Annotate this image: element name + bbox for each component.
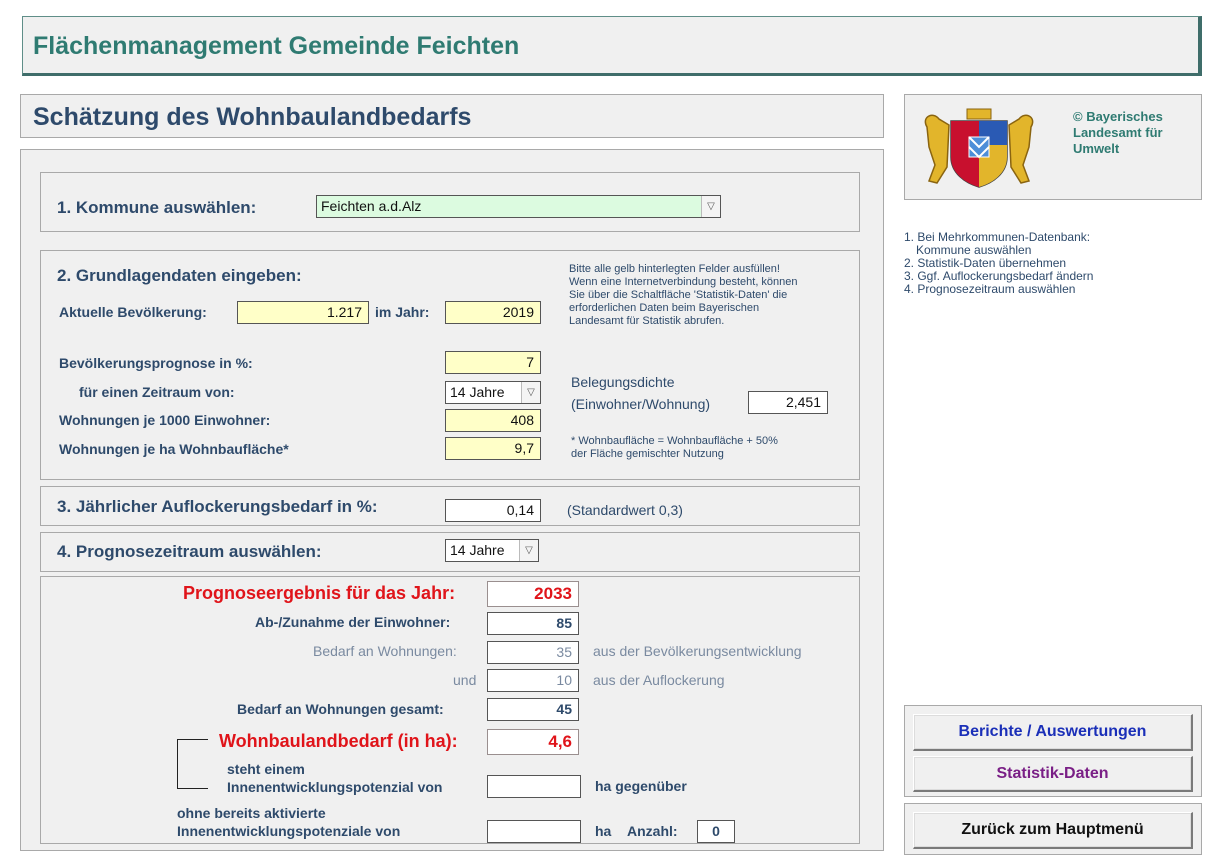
total-demand-field: 45	[487, 698, 579, 721]
app-title: Flächenmanagement Gemeinde Feichten	[33, 32, 520, 60]
back-to-main-menu-button[interactable]: Zurück zum Hauptmenü	[913, 812, 1193, 849]
population-label: Aktuelle Bevölkerung:	[59, 304, 207, 320]
loosening-field[interactable]: 0,14	[445, 499, 541, 522]
logo-caption: © Bayerisches Landesamt für Umwelt	[1073, 109, 1163, 156]
forecast-field[interactable]: 7	[445, 351, 541, 374]
population-change-label: Ab-/Zunahme der Einwohner:	[255, 614, 451, 630]
results-panel: Prognoseergebnis für das Jahr: 2033 Ab-/…	[40, 576, 860, 844]
chevron-down-icon[interactable]: ▽	[519, 540, 538, 561]
total-demand-label: Bedarf an Wohnungen gesamt:	[237, 701, 444, 717]
section-loosening: 3. Jährlicher Auflockerungsbedarf in %: …	[40, 486, 860, 526]
dwellings-per-1000-label: Wohnungen je 1000 Einwohner:	[59, 412, 271, 428]
dwelling-demand-label: Bedarf an Wohnungen:	[313, 643, 457, 659]
section2-hint: Bitte alle gelb hinterlegten Felder ausf…	[569, 263, 798, 327]
section3-label: 3. Jährlicher Auflockerungsbedarf in %:	[57, 497, 378, 516]
potential-field	[487, 775, 581, 798]
population-field[interactable]: 1.217	[237, 301, 369, 324]
dwelling-demand-suffix: aus der Bevölkerungsentwicklung	[593, 643, 802, 659]
section-base-data: 2. Grundlagendaten eingeben: Bitte alle …	[40, 250, 860, 480]
dwelling-demand-field: 35	[487, 641, 579, 664]
action-button-group: Berichte / Auswertungen Statistik-Daten	[904, 705, 1202, 797]
result-year-field: 2033	[487, 581, 579, 607]
potential-label-2: Innenentwicklungspotenzial von	[227, 779, 443, 795]
population-change-field: 85	[487, 612, 579, 635]
inactive-unit: ha	[595, 823, 612, 839]
page-title: Schätzung des Wohnbaulandbedarfs	[33, 103, 472, 131]
density-label-1: Belegungsdichte	[571, 374, 675, 390]
statistics-data-button[interactable]: Statistik-Daten	[913, 756, 1193, 792]
period-select[interactable]: 14 Jahre ▽	[445, 381, 541, 404]
period-selected: 14 Jahre	[450, 384, 505, 400]
forecast-period-select[interactable]: 14 Jahre ▽	[445, 539, 539, 562]
land-demand-label: Wohnbaulandbedarf (in ha):	[219, 731, 458, 751]
forecast-period-selected: 14 Jahre	[450, 542, 505, 558]
loosening-demand-field: 10	[487, 669, 579, 692]
chevron-down-icon[interactable]: ▽	[701, 196, 720, 217]
density-label-2: (Einwohner/Wohnung)	[571, 396, 711, 412]
section-select-municipality: 1. Kommune auswählen: Feichten a.d.Alz ▽	[40, 172, 860, 232]
year-label: im Jahr:	[375, 304, 430, 320]
potential-suffix: ha gegenüber	[595, 778, 687, 794]
dwellings-per-1000-field[interactable]: 408	[445, 409, 541, 432]
period-label: für einen Zeitraum von:	[79, 384, 235, 400]
section-forecast-period: 4. Prognosezeitraum auswählen: 14 Jahre …	[40, 532, 860, 572]
logo-panel: © Bayerisches Landesamt für Umwelt	[904, 94, 1202, 200]
footnote: * Wohnbaufläche = Wohnbaufläche + 50% de…	[571, 435, 778, 460]
section1-label: 1. Kommune auswählen:	[57, 198, 257, 217]
dwellings-per-ha-label: Wohnungen je ha Wohnbaufläche*	[59, 441, 289, 457]
result-year-label: Prognoseergebnis für das Jahr:	[183, 583, 456, 603]
reports-button[interactable]: Berichte / Auswertungen	[913, 714, 1193, 751]
inactive-label-2: Innenentwicklungspotenziale von	[177, 823, 401, 839]
back-button-group: Zurück zum Hauptmenü	[904, 803, 1202, 855]
loosening-demand-suffix: aus der Auflockerung	[593, 672, 725, 688]
land-demand-field: 4,6	[487, 729, 579, 755]
section4-label: 4. Prognosezeitraum auswählen:	[57, 542, 322, 561]
chevron-down-icon[interactable]: ▽	[521, 382, 540, 403]
page-title-panel: Schätzung des Wohnbaulandbedarfs	[20, 94, 884, 138]
municipality-select[interactable]: Feichten a.d.Alz ▽	[316, 195, 721, 218]
app-title-bar: Flächenmanagement Gemeinde Feichten	[22, 16, 1202, 76]
inactive-field	[487, 820, 581, 843]
standard-value-label: (Standardwert 0,3)	[567, 502, 683, 518]
count-label: Anzahl:	[627, 823, 678, 839]
bavarian-coat-of-arms-icon	[924, 108, 1034, 188]
dwellings-per-ha-field[interactable]: 9,7	[445, 437, 541, 460]
potential-label-1: steht einem	[227, 761, 305, 777]
density-field: 2,451	[748, 391, 828, 414]
forecast-label: Bevölkerungsprognose in %:	[59, 355, 253, 371]
section2-label: 2. Grundlagendaten eingeben:	[57, 266, 302, 285]
count-field: 0	[697, 820, 735, 843]
instructions-list: 1. Bei Mehrkommunen-Datenbank: Kommune a…	[904, 230, 1094, 296]
year-field[interactable]: 2019	[445, 301, 541, 324]
and-label: und	[453, 672, 477, 688]
inactive-label-1: ohne bereits aktivierte	[177, 805, 326, 821]
bracket-line	[177, 739, 208, 789]
municipality-selected: Feichten a.d.Alz	[321, 198, 422, 214]
